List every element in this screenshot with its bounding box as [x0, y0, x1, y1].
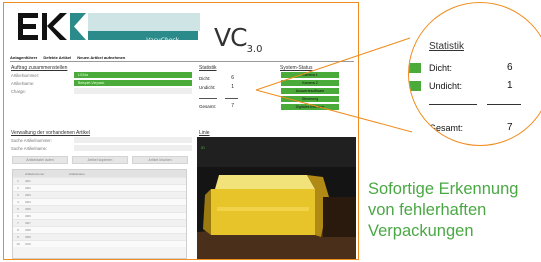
- connector-line-top: [255, 37, 411, 91]
- zoom-undicht-label: Undicht:: [429, 81, 463, 91]
- zoom-statistik-title: Statistik: [429, 41, 465, 52]
- zoom-undicht-value: 1: [507, 80, 513, 91]
- statistik-zoom-callout: Statistik Dicht: 6 Undicht: 1 Gesamt: 7: [408, 2, 541, 146]
- caption-line-2: von fehlerhaften: [368, 201, 487, 219]
- zoom-green-bar-1: [409, 63, 421, 73]
- zoom-divider-left: [429, 104, 477, 105]
- caption-line-1: Sofortige Erkennung: [368, 180, 519, 198]
- caption-line-3: Verpackungen: [368, 222, 474, 240]
- zoom-gesamt-label: Gesamt:: [429, 123, 464, 133]
- caption: Sofortige Erkennung von fehlerhaften Ver…: [368, 179, 541, 242]
- connector-line-bottom: [255, 89, 413, 133]
- zoom-green-bar-2: [409, 81, 421, 91]
- zoom-divider-right: [487, 104, 521, 105]
- zoom-dicht-label: Dicht:: [429, 63, 453, 73]
- zoom-gesamt-value: 7: [507, 122, 513, 133]
- zoom-dicht-value: 6: [507, 62, 513, 73]
- slide: { "brand": { "product_name": "VacuCheck"…: [0, 0, 541, 262]
